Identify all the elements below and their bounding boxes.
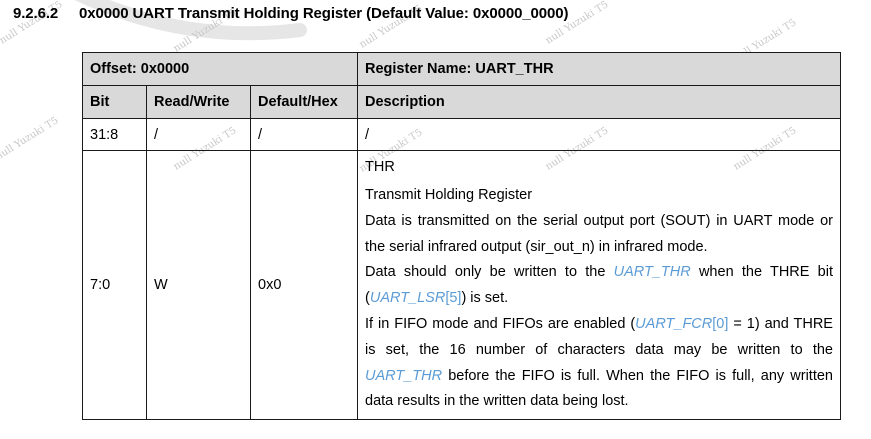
column-header-description: Description xyxy=(357,85,841,119)
offset-label: Offset: 0x0000 xyxy=(82,52,358,86)
register-link-uart-fcr[interactable]: UART_FCR xyxy=(635,316,712,332)
default-cell: / xyxy=(250,118,358,151)
description-paragraph: Data should only be written to the UART_… xyxy=(365,260,833,312)
table-header-offset-row: Offset: 0x0000 Register Name: UART_THR xyxy=(82,52,841,86)
section-title: 0x0000 UART Transmit Holding Register (D… xyxy=(79,5,569,22)
register-bit-index[interactable]: [0] xyxy=(712,316,728,332)
column-header-default-hex: Default/Hex xyxy=(250,85,358,119)
column-header-read-write: Read/Write xyxy=(146,85,251,119)
default-cell: 0x0 xyxy=(250,149,358,421)
register-name-label: Register Name: UART_THR xyxy=(357,52,841,86)
description-text: ) is set. xyxy=(461,290,509,307)
description-text: If in FIFO mode and FIFOs are enabled ( xyxy=(365,315,636,332)
register-table: Offset: 0x0000 Register Name: UART_THR B… xyxy=(82,52,841,421)
read-write-cell: W xyxy=(146,149,251,421)
bit-cell: 7:0 xyxy=(82,149,147,421)
section-number: 9.2.6.2 xyxy=(13,5,59,22)
description-cell: THR Transmit Holding Register Data is tr… xyxy=(357,149,841,421)
description-paragraph: Data is transmitted on the serial output… xyxy=(365,212,833,255)
watermark: null Yuzuki T5 xyxy=(0,115,60,162)
field-title: Transmit Holding Register xyxy=(365,187,533,203)
column-header-bit: Bit xyxy=(82,85,147,119)
description-cell: / xyxy=(357,118,841,151)
bit-cell: 31:8 xyxy=(82,118,147,151)
register-bit-index[interactable]: [5] xyxy=(445,290,461,306)
table-column-headers: Bit Read/Write Default/Hex Description xyxy=(82,85,841,119)
register-link-uart-thr[interactable]: UART_THR xyxy=(614,264,691,280)
table-row: 31:8 / / / xyxy=(82,118,841,151)
description-paragraph: If in FIFO mode and FIFOs are enabled (U… xyxy=(365,312,833,415)
register-link-uart-thr[interactable]: UART_THR xyxy=(365,368,442,384)
description-text: Data should only be written to the xyxy=(365,264,614,281)
read-write-cell: / xyxy=(146,118,251,151)
table-row: 7:0 W 0x0 THR Transmit Holding Register … xyxy=(82,149,841,421)
register-link-uart-lsr[interactable]: UART_LSR xyxy=(370,290,445,306)
section-heading: 9.2.6.2 0x0000 UART Transmit Holding Regi… xyxy=(13,5,569,22)
field-name: THR xyxy=(365,159,395,175)
